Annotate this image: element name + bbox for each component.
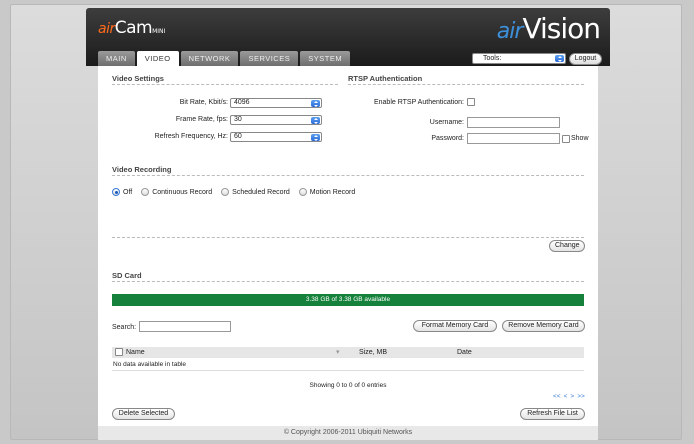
- divider: [112, 175, 584, 176]
- refresh-frequency-label: Refresh Frequency, Hz:: [154, 133, 228, 140]
- show-password-checkbox[interactable]: [562, 135, 570, 143]
- delete-selected-button[interactable]: Delete Selected: [112, 408, 175, 420]
- radio-scheduled-record[interactable]: [221, 188, 230, 196]
- header-bar: airCamMINI airVision MAIN VIDEO NETWORK …: [86, 8, 610, 66]
- main-tabs: MAIN VIDEO NETWORK SERVICES SYSTEM: [98, 51, 351, 66]
- refresh-file-list-button[interactable]: Refresh File List: [520, 408, 585, 420]
- radio-continuous-record[interactable]: [141, 188, 150, 196]
- logo-main: Cam: [114, 18, 153, 38]
- remove-memory-card-button[interactable]: Remove Memory Card: [502, 320, 585, 332]
- refresh-frequency-select[interactable]: 60: [230, 132, 322, 142]
- tab-system[interactable]: SYSTEM: [300, 51, 351, 66]
- pagination: << < > >>: [553, 393, 585, 400]
- tab-network[interactable]: NETWORK: [180, 51, 239, 66]
- tools-select[interactable]: Tools:: [472, 53, 566, 64]
- table-info: Showing 0 to 0 of 0 entries: [309, 382, 387, 389]
- divider: [112, 237, 584, 238]
- logo-prefix: air: [98, 21, 115, 37]
- username-label: Username:: [429, 119, 464, 126]
- select-arrow-icon: [555, 55, 564, 62]
- sd-card-title: SD Card: [112, 271, 142, 280]
- file-table-header: Name ▾ Size, MB Date: [112, 347, 584, 358]
- logout-button[interactable]: Logout: [569, 53, 602, 65]
- divider: [348, 84, 584, 85]
- select-arrow-icon: [311, 117, 320, 124]
- format-memory-card-button[interactable]: Format Memory Card: [413, 320, 497, 332]
- main-content: Video Settings Bit Rate, Kbit/s: 4096 Fr…: [98, 66, 598, 426]
- rtsp-enable-checkbox[interactable]: [467, 98, 475, 106]
- tab-video[interactable]: VIDEO: [136, 51, 179, 66]
- copyright-footer: © Copyright 2006-2011 Ubiquiti Networks: [98, 426, 598, 440]
- radio-motion-record[interactable]: [298, 188, 307, 196]
- select-all-checkbox[interactable]: [115, 348, 123, 356]
- select-arrow-icon: [311, 100, 320, 107]
- framerate-value: 30: [234, 116, 242, 123]
- sort-down-icon: ▾: [336, 349, 340, 356]
- tools-select-value: Tools:: [483, 55, 502, 62]
- column-size[interactable]: Size, MB: [359, 347, 387, 358]
- show-password-label: Show: [571, 135, 589, 142]
- rtsp-title: RTSP Authentication: [348, 74, 423, 83]
- video-settings-title: Video Settings: [112, 74, 164, 83]
- password-input[interactable]: [467, 133, 560, 144]
- radio-off[interactable]: [112, 188, 120, 196]
- framerate-select[interactable]: 30: [230, 115, 322, 125]
- radio-off-label: Off: [123, 188, 133, 196]
- radio-continuous-record-label: Continuous Record: [152, 188, 213, 196]
- column-name[interactable]: Name: [126, 347, 145, 358]
- bitrate-label: Bit Rate, Kbit/s:: [179, 99, 228, 106]
- password-label: Password:: [431, 135, 464, 142]
- bitrate-select[interactable]: 4096: [230, 98, 322, 108]
- table-empty-row: No data available in table: [112, 359, 584, 371]
- bitrate-value: 4096: [234, 99, 250, 106]
- airvision-logo: airVision: [496, 12, 601, 45]
- first-page-icon[interactable]: <<: [553, 393, 561, 400]
- divider: [112, 281, 584, 282]
- sd-availability-bar: 3.38 GB of 3.38 GB available: [112, 294, 584, 306]
- last-page-icon[interactable]: >>: [577, 393, 585, 400]
- radio-motion-record-label: Motion Record: [309, 188, 356, 196]
- change-button[interactable]: Change: [549, 240, 585, 252]
- video-recording-title: Video Recording: [112, 165, 172, 174]
- tab-services[interactable]: SERVICES: [240, 51, 299, 66]
- search-input[interactable]: [139, 321, 231, 332]
- prev-page-icon[interactable]: <: [564, 393, 568, 400]
- search-label: Search:: [112, 324, 137, 331]
- framerate-label: Frame Rate, fps:: [175, 116, 228, 123]
- tab-main[interactable]: MAIN: [98, 51, 135, 66]
- radio-scheduled-record-label: Scheduled Record: [232, 188, 290, 196]
- rtsp-enable-label: Enable RTSP Authentication:: [373, 99, 464, 106]
- username-input[interactable]: [467, 117, 560, 128]
- divider: [112, 84, 338, 85]
- column-date[interactable]: Date: [457, 347, 472, 358]
- next-page-icon[interactable]: >: [570, 393, 574, 400]
- logo-main: Vision: [522, 12, 601, 45]
- logo-prefix: air: [496, 19, 524, 44]
- aircam-logo: airCamMINI: [98, 18, 165, 38]
- recording-mode-group: Off Continuous Record Scheduled Record M…: [112, 188, 364, 196]
- logo-suffix: MINI: [152, 28, 166, 35]
- refresh-frequency-value: 60: [234, 133, 242, 140]
- select-arrow-icon: [311, 134, 320, 141]
